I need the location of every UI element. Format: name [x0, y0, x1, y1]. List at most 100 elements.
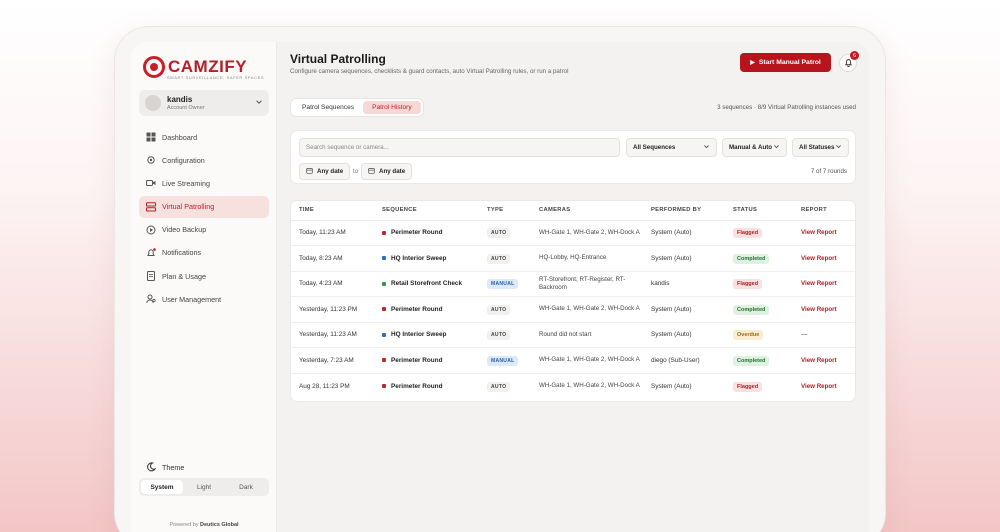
- date-from-button[interactable]: Any date: [299, 163, 351, 180]
- sidebar-item-user-management[interactable]: User Management: [139, 288, 269, 310]
- status-badge: Completed: [733, 253, 770, 264]
- sequence-select-value: All Sequences: [633, 144, 676, 151]
- column-header: PERFORMED BY: [643, 201, 725, 221]
- sequence-color-dot: [382, 383, 386, 388]
- chevron-down-icon: [835, 143, 842, 152]
- type-badge: MANUAL: [487, 279, 519, 290]
- main-content: Virtual Patrolling Configure camera sequ…: [277, 42, 869, 532]
- cell-type: MANUAL: [479, 347, 531, 374]
- sidebar-item-label: Notifications: [162, 248, 202, 258]
- view-report-link[interactable]: View Report: [801, 255, 837, 262]
- cell-cameras: RT-Storefront, RT-Register, RT-Backroom: [531, 271, 643, 297]
- sidebar-item-video-backup[interactable]: Video Backup: [139, 219, 269, 241]
- powered-prefix: Powered by: [169, 522, 199, 528]
- sidebar-item-notifications[interactable]: Notifications: [139, 242, 269, 264]
- cell-time: Today, 8:23 AM: [291, 245, 374, 272]
- sidebar-item-label: Video Backup: [162, 225, 207, 235]
- notifications-button[interactable]: 6: [839, 51, 859, 72]
- type-badge: AUTO: [487, 228, 511, 239]
- sequence-color-dot: [382, 307, 386, 312]
- start-manual-patrol-label: Start Manual Patrol: [758, 59, 821, 66]
- status-badge: Flagged: [733, 279, 763, 290]
- tab-patrol-history[interactable]: Patrol History: [363, 101, 421, 114]
- sidebar-item-live-streaming[interactable]: Live Streaming: [139, 172, 269, 194]
- cell-sequence: HQ Interior Sweep: [374, 322, 479, 348]
- cell-cameras: WH-Gate 1, WH-Gate 2, WH-Dock A: [531, 296, 643, 323]
- column-header: STATUS: [725, 201, 793, 221]
- cell-performed-by: System (Auto): [643, 322, 725, 348]
- cell-sequence: HQ Interior Sweep: [374, 245, 479, 272]
- cell-performed-by: kandis: [643, 271, 725, 297]
- chevron-down-icon: [703, 143, 710, 152]
- cell-time: Today, 4:23 AM: [291, 271, 374, 297]
- sequence-usage-summary: 3 sequences · 8/9 Virtual Patrolling ins…: [717, 104, 856, 111]
- start-manual-patrol-button[interactable]: ▶ Start Manual Patrol: [740, 53, 831, 72]
- tab-bar: Patrol Sequences Patrol History: [290, 98, 424, 117]
- sequence-name: HQ Interior Sweep: [391, 254, 447, 262]
- cell-type: MANUAL: [479, 271, 531, 297]
- sidebar-item-dashboard[interactable]: Dashboard: [139, 126, 269, 148]
- type-select[interactable]: Manual & Auto: [722, 138, 787, 157]
- cell-time: Today, 11:23 AM: [291, 220, 374, 246]
- cell-performed-by: diego (Sub-User): [643, 347, 725, 374]
- cell-time: Aug 28, 11:23 PM: [299, 382, 350, 390]
- cell-report: View Report: [793, 347, 855, 374]
- type-badge: AUTO: [487, 253, 511, 264]
- view-report-link[interactable]: View Report: [801, 229, 837, 236]
- cell-sequence: Perimeter Round: [374, 296, 479, 323]
- status-badge: Completed: [733, 304, 770, 315]
- table-header-row: TIME SEQUENCE TYPE CAMERAS PERFORMED BY …: [291, 201, 855, 221]
- sidebar-item-label: User Management: [162, 294, 222, 304]
- view-report-link[interactable]: View Report: [801, 357, 837, 364]
- grid-icon: [146, 132, 156, 142]
- theme-option-light[interactable]: Light: [183, 480, 225, 494]
- cell-type: AUTO: [479, 296, 531, 323]
- table-row: Today, 8:23 AM HQ Interior Sweep AUTO HQ…: [291, 245, 855, 272]
- app-window: CAMZIFY SMART SURVEILLANCE, SAFER SPACES…: [131, 42, 869, 532]
- table-row: Yesterday, 7:23 AM Perimeter Round MANUA…: [291, 347, 855, 374]
- moon-icon: [146, 462, 156, 472]
- theme-option-dark[interactable]: Dark: [225, 480, 267, 494]
- powered-company: Deutics Global: [200, 522, 239, 528]
- sidebar-item-configuration[interactable]: Configuration: [139, 149, 269, 171]
- view-report-link[interactable]: View Report: [801, 383, 837, 390]
- cell-sequence: Perimeter Round: [374, 373, 479, 399]
- brand-name: CAMZIFY: [168, 57, 248, 76]
- sequence-select[interactable]: All Sequences: [626, 138, 717, 157]
- view-report-link[interactable]: View Report: [801, 306, 837, 313]
- sidebar-item-label: Dashboard: [162, 132, 198, 142]
- type-select-value: Manual & Auto: [729, 144, 773, 151]
- cell-cameras: Round did not start: [531, 322, 643, 348]
- cell-report: View Report: [793, 373, 855, 399]
- date-range-to-label: to: [353, 168, 359, 175]
- sidebar: CAMZIFY SMART SURVEILLANCE, SAFER SPACES…: [131, 42, 277, 532]
- account-switcher[interactable]: kandis Account Owner: [139, 90, 269, 116]
- search-input[interactable]: Search sequence or camera...: [299, 138, 620, 157]
- sequence-color-dot: [382, 256, 386, 261]
- sidebar-item-virtual-patrolling[interactable]: Virtual Patrolling: [139, 195, 269, 218]
- status-badge: Overdue: [733, 330, 764, 341]
- type-badge: AUTO: [487, 381, 511, 392]
- table-row: Yesterday, 11:23 AM HQ Interior Sweep AU…: [291, 322, 855, 348]
- table-row: Today, 11:23 AM Perimeter Round AUTO WH-…: [291, 220, 855, 246]
- user-role: Account Owner: [167, 105, 205, 111]
- sequence-name: Perimeter Round: [391, 305, 443, 313]
- cell-cameras: HQ-Lobby, HQ-Entrance: [531, 245, 643, 272]
- cell-performed-by: System (Auto): [643, 296, 725, 323]
- cell-time: Yesterday, 11:23 PM: [291, 296, 374, 323]
- theme-section: Theme System Light Dark: [139, 462, 269, 496]
- cell-status: Overdue: [725, 322, 793, 348]
- sidebar-item-plan-usage[interactable]: Plan & Usage: [139, 265, 269, 287]
- cell-sequence: Retail Storefront Check: [374, 271, 479, 297]
- tab-patrol-sequences[interactable]: Patrol Sequences: [293, 101, 363, 114]
- date-to-button[interactable]: Any date: [361, 163, 413, 180]
- theme-option-system[interactable]: System: [141, 480, 183, 494]
- sequence-color-dot: [382, 332, 386, 337]
- status-select[interactable]: All Statuses: [792, 138, 849, 157]
- calendar-icon: [306, 167, 313, 176]
- logo-icon: [143, 56, 165, 78]
- type-badge: MANUAL: [487, 355, 519, 366]
- view-report-link[interactable]: View Report: [801, 280, 837, 287]
- cell-status: Completed: [725, 296, 793, 323]
- patrol-history-table: TIME SEQUENCE TYPE CAMERAS PERFORMED BY …: [290, 200, 856, 402]
